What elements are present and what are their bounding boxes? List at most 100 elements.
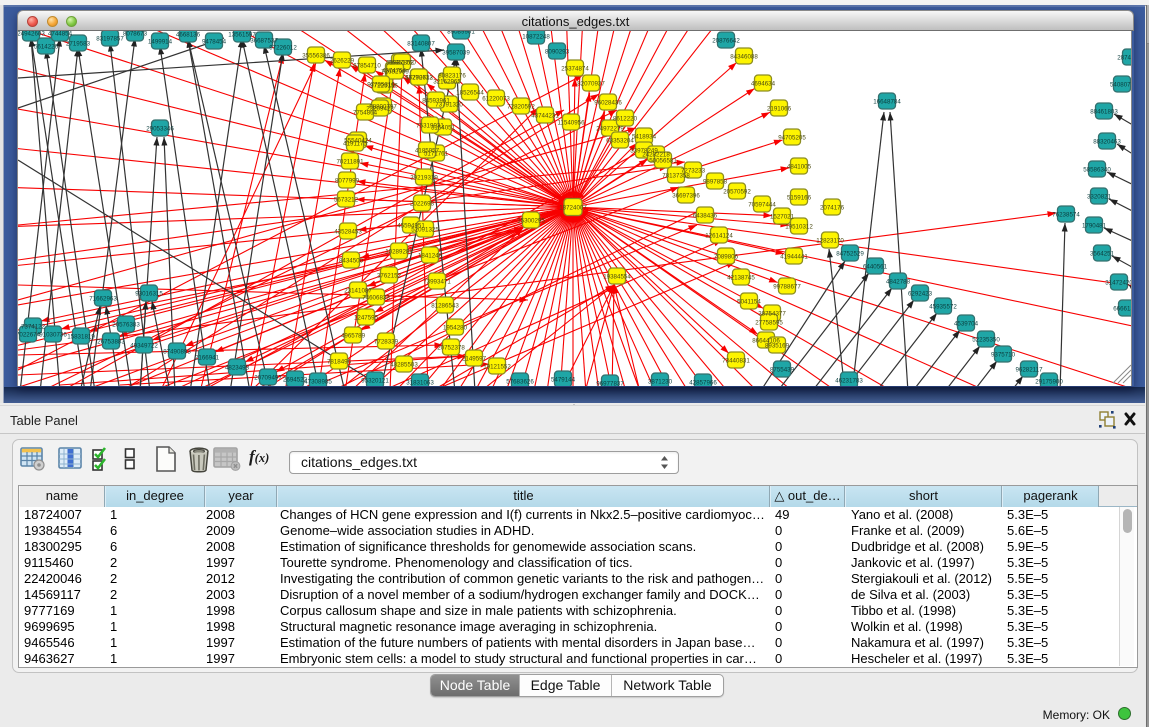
- svg-text:5614226: 5614226: [34, 43, 59, 50]
- svg-text:76238574: 76238574: [1052, 211, 1080, 218]
- svg-text:20876642: 20876642: [712, 37, 740, 44]
- svg-text:80823176: 80823176: [438, 72, 466, 79]
- svg-text:89089901: 89089901: [447, 31, 475, 35]
- svg-text:28740864: 28740864: [1117, 54, 1132, 61]
- svg-text:2626229: 2626229: [330, 57, 355, 64]
- svg-text:16648784: 16648784: [873, 98, 901, 105]
- svg-text:96282117: 96282117: [1015, 366, 1043, 373]
- svg-text:8612220: 8612220: [613, 115, 638, 122]
- svg-text:43528453: 43528453: [334, 228, 362, 235]
- svg-text:83197857: 83197857: [96, 35, 124, 42]
- svg-text:15831819: 15831819: [67, 333, 95, 340]
- svg-text:7089806: 7089806: [714, 253, 739, 260]
- svg-text:4965789: 4965789: [341, 332, 366, 339]
- svg-text:12823170: 12823170: [816, 237, 844, 244]
- svg-text:10289289: 10289289: [385, 248, 413, 255]
- svg-text:7273233: 7273233: [681, 167, 706, 174]
- svg-text:4841005: 4841005: [787, 163, 812, 170]
- svg-text:31472420: 31472420: [1105, 279, 1132, 286]
- svg-text:88461803: 88461803: [1090, 108, 1118, 115]
- svg-text:84752529: 84752529: [836, 250, 864, 257]
- svg-text:7728339: 7728339: [374, 338, 399, 345]
- svg-text:3320821: 3320821: [1087, 193, 1112, 200]
- svg-text:6438436: 6438436: [693, 212, 718, 219]
- svg-text:95320121: 95320121: [361, 377, 389, 384]
- svg-text:1954280: 1954280: [443, 324, 468, 331]
- svg-text:5418934: 5418934: [632, 133, 657, 140]
- svg-text:7374122: 7374122: [21, 323, 46, 330]
- svg-text:4539704: 4539704: [954, 320, 979, 327]
- svg-text:4842788: 4842788: [886, 278, 911, 285]
- svg-text:24972279: 24972279: [596, 125, 624, 132]
- svg-text:25374874: 25374874: [561, 65, 589, 72]
- svg-text:41944441: 41944441: [780, 253, 808, 260]
- svg-text:93016315: 93016315: [135, 290, 163, 297]
- svg-text:7818496: 7818496: [327, 358, 352, 365]
- svg-text:19384554: 19384554: [603, 273, 631, 280]
- svg-text:1790481: 1790481: [1082, 222, 1107, 229]
- svg-text:45935572: 45935572: [929, 303, 957, 310]
- svg-text:8077999: 8077999: [335, 177, 360, 184]
- svg-text:71662963: 71662963: [89, 295, 117, 302]
- svg-text:50056581: 50056581: [649, 157, 677, 164]
- svg-text:15300295: 15300295: [517, 217, 545, 224]
- svg-text:9375710: 9375710: [991, 351, 1016, 358]
- svg-text:20576383: 20576383: [112, 321, 140, 328]
- svg-text:8090293: 8090293: [545, 48, 570, 55]
- svg-text:6292423: 6292423: [908, 290, 933, 297]
- svg-text:4694634: 4694634: [751, 80, 776, 87]
- svg-text:57683626: 57683626: [506, 378, 534, 385]
- svg-text:1841248: 1841248: [418, 252, 443, 259]
- svg-text:97226012: 97226012: [269, 44, 297, 51]
- svg-text:5408072: 5408072: [1110, 81, 1132, 88]
- svg-text:42857966: 42857966: [689, 379, 717, 386]
- svg-text:88320463: 88320463: [1093, 138, 1121, 145]
- svg-text:18724007: 18724007: [559, 204, 587, 211]
- svg-text:96977837: 96977837: [596, 380, 624, 386]
- svg-text:81286543: 81286543: [431, 302, 459, 309]
- svg-text:1247595: 1247595: [354, 314, 379, 321]
- svg-text:3762152: 3762152: [377, 272, 402, 279]
- svg-text:39587039: 39587039: [442, 49, 470, 56]
- svg-text:2166941: 2166941: [195, 354, 220, 361]
- svg-text:58586340: 58586340: [1083, 166, 1111, 173]
- svg-text:72820592: 72820592: [507, 103, 535, 110]
- svg-text:84346088: 84346088: [730, 53, 758, 60]
- svg-text:87490893: 87490893: [163, 348, 191, 355]
- svg-text:46231783: 46231783: [835, 377, 863, 384]
- svg-text:73993471: 73993471: [423, 278, 451, 285]
- svg-text:9478454: 9478454: [202, 38, 227, 45]
- svg-text:29175900: 29175900: [1035, 378, 1063, 385]
- svg-text:49349722: 49349722: [130, 342, 158, 349]
- svg-text:5041154: 5041154: [737, 298, 761, 305]
- svg-text:2149597: 2149597: [462, 355, 487, 362]
- svg-text:3564251: 3564251: [1090, 250, 1115, 257]
- svg-text:2074176: 2074176: [820, 204, 845, 211]
- svg-text:7022674: 7022674: [18, 331, 41, 338]
- svg-text:20570592: 20570592: [723, 188, 751, 195]
- svg-text:2719583: 2719583: [66, 40, 91, 47]
- svg-text:31831063: 31831063: [406, 379, 434, 386]
- svg-text:29053346: 29053346: [146, 125, 174, 132]
- svg-text:26753883: 26753883: [97, 338, 125, 345]
- svg-text:2191066: 2191066: [767, 105, 792, 112]
- svg-text:74606833: 74606833: [362, 294, 390, 301]
- svg-text:61220073: 61220073: [482, 95, 510, 102]
- svg-text:20752378: 20752378: [437, 344, 465, 351]
- svg-text:9897858: 9897858: [703, 178, 728, 185]
- svg-text:38754377: 38754377: [758, 310, 786, 317]
- svg-text:52235350: 52235350: [972, 336, 1000, 343]
- svg-text:4668136: 4668136: [176, 31, 201, 38]
- svg-text:19510312: 19510312: [785, 223, 813, 230]
- svg-text:36697396: 36697396: [672, 192, 700, 199]
- svg-text:8078673: 8078673: [123, 31, 148, 37]
- svg-text:4744854: 4744854: [48, 31, 73, 37]
- svg-text:12614124: 12614124: [705, 232, 733, 239]
- svg-text:3871230: 3871230: [648, 378, 673, 385]
- svg-text:52091325: 52091325: [411, 226, 439, 233]
- svg-text:96028436: 96028436: [594, 99, 622, 106]
- svg-text:91030736: 91030736: [39, 331, 67, 338]
- svg-text:24942603: 24942603: [18, 31, 45, 37]
- svg-text:2022698: 2022698: [410, 200, 435, 207]
- svg-text:35556386: 35556386: [302, 52, 330, 59]
